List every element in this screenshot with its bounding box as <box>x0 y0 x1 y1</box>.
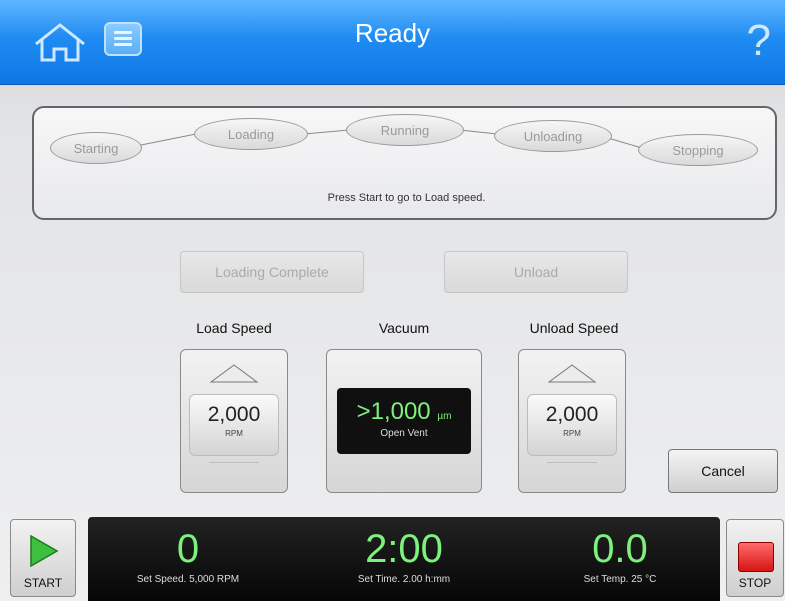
cancel-button[interactable]: Cancel <box>668 449 778 493</box>
set-temp: Set Temp. 25 °C <box>583 574 657 585</box>
set-speed: Set Speed. 5,000 RPM <box>136 574 240 585</box>
speed-readout: 0 Set Speed. 5,000 RPM <box>88 517 288 585</box>
time-readout: 2:00 Set Time. 2.00 h:mm <box>304 517 504 585</box>
step-stopping: Stopping <box>638 134 758 166</box>
load-speed-value-card: 2,000 RPM <box>189 394 279 456</box>
divider <box>209 462 259 463</box>
stop-icon <box>738 542 774 572</box>
set-time: Set Time. 2.00 h:mm <box>357 574 451 585</box>
load-speed-label: Load Speed <box>196 320 272 336</box>
loading-complete-button[interactable]: Loading Complete <box>180 251 364 293</box>
step-message: Press Start to go to Load speed. <box>327 192 486 204</box>
step-running: Running <box>346 114 464 146</box>
divider <box>547 462 597 463</box>
vacuum-display: >1,000 µm Open Vent <box>337 388 471 454</box>
unload-speed-control[interactable]: 2,000 RPM <box>518 349 626 493</box>
step-unloading: Unloading <box>494 120 612 152</box>
stop-button[interactable]: STOP <box>726 519 784 597</box>
start-button[interactable]: START <box>10 519 76 597</box>
step-loading: Loading <box>194 118 308 150</box>
unload-speed-unit: RPM <box>563 429 581 438</box>
current-temp: 0.0 <box>592 527 648 571</box>
vacuum-status: Open Vent <box>380 428 428 439</box>
unload-speed-value-card: 2,000 RPM <box>527 394 617 456</box>
vacuum-unit: µm <box>437 411 452 422</box>
start-label: START <box>23 576 63 590</box>
load-speed-unit: RPM <box>225 429 243 438</box>
unload-button[interactable]: Unload <box>444 251 628 293</box>
vacuum-control[interactable]: >1,000 µm Open Vent <box>326 349 482 493</box>
unload-speed-value: 2,000 <box>545 403 599 426</box>
page-title: Ready <box>354 18 431 48</box>
increase-arrow-icon[interactable] <box>547 362 597 384</box>
vacuum-label: Vacuum <box>378 320 430 336</box>
temp-readout: 0.0 Set Temp. 25 °C <box>520 517 720 585</box>
load-speed-value: 2,000 <box>207 403 261 426</box>
unload-speed-label: Unload Speed <box>529 320 619 336</box>
help-icon[interactable]: ? <box>747 16 771 66</box>
play-icon <box>30 534 59 568</box>
step-starting: Starting <box>50 132 142 164</box>
run-steps-panel: Starting Loading Running Unloading Stopp… <box>32 106 777 220</box>
title-bar: Ready ? <box>0 0 785 85</box>
vacuum-value: >1,000 µm <box>356 398 452 425</box>
run-status-bar: 0 Set Speed. 5,000 RPM 2:00 Set Time. 2.… <box>88 517 720 601</box>
current-speed: 0 <box>176 527 200 571</box>
load-speed-control[interactable]: 2,000 RPM <box>180 349 288 493</box>
increase-arrow-icon[interactable] <box>209 362 259 384</box>
current-time: 2:00 <box>365 527 443 571</box>
stop-label: STOP <box>738 576 772 590</box>
